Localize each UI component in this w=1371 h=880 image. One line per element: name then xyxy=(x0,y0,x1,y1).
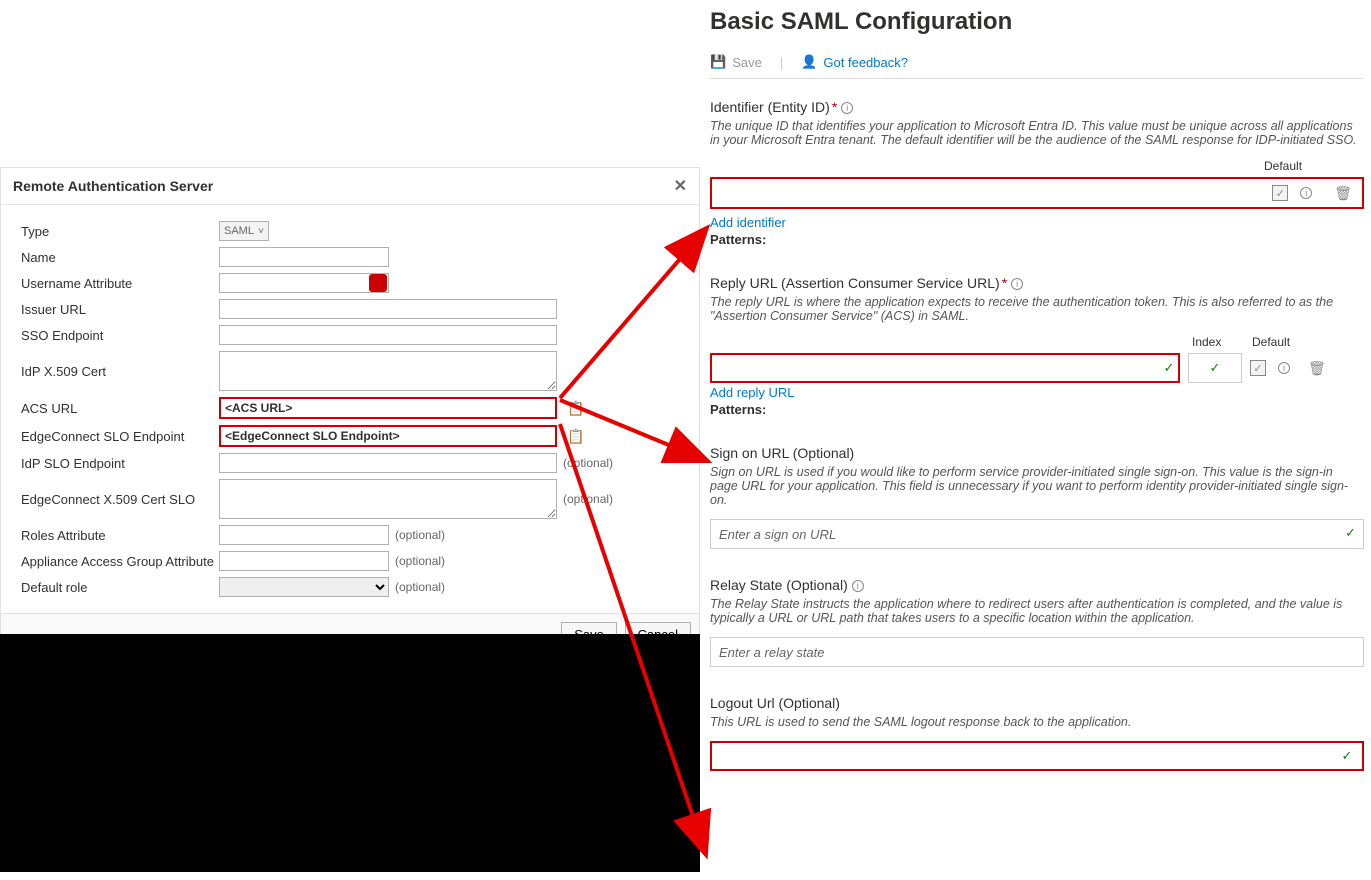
label-ec-slo: EdgeConnect SLO Endpoint xyxy=(21,429,219,444)
idp-cert-textarea[interactable] xyxy=(219,351,557,391)
dialog-header: Remote Authentication Server ✕ xyxy=(1,168,699,205)
column-index: Index xyxy=(1192,335,1252,349)
index-input[interactable]: ✓ xyxy=(1188,353,1242,383)
label-sso-endpoint: SSO Endpoint xyxy=(21,328,219,343)
remote-auth-dialog: Remote Authentication Server ✕ Type SAML… xyxy=(0,167,700,656)
optional-label: (optional) xyxy=(395,580,445,594)
info-icon[interactable]: i xyxy=(1278,362,1290,374)
column-headers: Index Default xyxy=(710,335,1364,349)
acs-url-value: <ACS URL> xyxy=(219,397,557,419)
reply-url-row: ✓ ✓ ✓ i 🗑 xyxy=(710,353,1364,383)
identifier-input[interactable] xyxy=(712,179,1272,207)
ec-cert-slo-textarea[interactable] xyxy=(219,479,557,519)
username-attr-input[interactable] xyxy=(219,273,389,293)
feedback-icon: 👤 xyxy=(801,54,817,70)
validation-indicator-icon xyxy=(369,274,387,292)
info-icon[interactable]: i xyxy=(852,580,864,592)
label-idp-slo: IdP SLO Endpoint xyxy=(21,456,219,471)
identifier-label: Identifier (Entity ID)*i xyxy=(710,99,1364,115)
optional-label: (optional) xyxy=(563,456,613,470)
relay-state-input[interactable] xyxy=(710,637,1364,667)
valid-icon: ✓ xyxy=(1338,748,1356,764)
delete-icon[interactable]: 🗑 xyxy=(1334,185,1352,202)
toolbar-save-button[interactable]: 💾 Save xyxy=(710,54,762,70)
default-role-select[interactable] xyxy=(219,577,389,597)
column-default: Default xyxy=(1252,335,1312,349)
info-icon[interactable]: i xyxy=(1300,187,1312,199)
info-icon[interactable]: i xyxy=(1011,278,1023,290)
relay-state-label: Relay State (Optional)i xyxy=(710,577,1364,593)
saml-config-panel: Basic SAML Configuration 💾 Save | 👤 Got … xyxy=(710,0,1370,775)
divider: | xyxy=(780,55,783,70)
idp-slo-input[interactable] xyxy=(219,453,557,473)
patterns-label: Patterns: xyxy=(710,232,1364,247)
valid-icon: ✓ xyxy=(1160,360,1178,376)
optional-label: (optional) xyxy=(563,492,613,506)
label-username-attr: Username Attribute xyxy=(21,276,219,291)
signon-section: Sign on URL (Optional) Sign on URL is us… xyxy=(710,445,1364,549)
dialog-body: Type SAML Name Username Attribute Issuer… xyxy=(1,205,699,613)
logout-desc: This URL is used to send the SAML logout… xyxy=(710,715,1364,729)
issuer-url-input[interactable] xyxy=(219,299,557,319)
save-icon: 💾 xyxy=(710,54,726,70)
ec-slo-value: <EdgeConnect SLO Endpoint> xyxy=(219,425,557,447)
type-select[interactable]: SAML xyxy=(219,221,269,241)
reply-url-input[interactable] xyxy=(712,355,1160,381)
roles-attr-input[interactable] xyxy=(219,525,389,545)
page-title: Basic SAML Configuration xyxy=(710,8,1364,36)
console-area xyxy=(0,634,700,872)
relay-state-desc: The Relay State instructs the applicatio… xyxy=(710,597,1364,625)
label-acs-url: ACS URL xyxy=(21,401,219,416)
add-reply-url-link[interactable]: Add reply URL xyxy=(710,385,795,400)
default-checkbox[interactable]: ✓ xyxy=(1250,360,1266,376)
dialog-title: Remote Authentication Server xyxy=(13,178,213,194)
signon-label: Sign on URL (Optional) xyxy=(710,445,1364,461)
label-issuer-url: Issuer URL xyxy=(21,302,219,317)
close-icon[interactable]: ✕ xyxy=(674,176,687,196)
label-default-role: Default role xyxy=(21,580,219,595)
logout-label: Logout Url (Optional) xyxy=(710,695,1364,711)
label-ec-cert-slo: EdgeConnect X.509 Cert SLO xyxy=(21,492,219,507)
appliance-group-input[interactable] xyxy=(219,551,389,571)
logout-input[interactable] xyxy=(712,743,1338,769)
column-default: Default xyxy=(1264,159,1364,173)
toolbar: 💾 Save | 👤 Got feedback? xyxy=(710,54,1364,79)
optional-label: (optional) xyxy=(395,554,445,568)
logout-section: Logout Url (Optional) This URL is used t… xyxy=(710,695,1364,771)
copy-icon[interactable]: 📋 xyxy=(567,428,584,445)
delete-icon[interactable]: 🗑 xyxy=(1308,360,1326,377)
label-appliance-group: Appliance Access Group Attribute xyxy=(21,554,219,569)
column-headers: Default xyxy=(710,159,1364,173)
reply-url-section: Reply URL (Assertion Consumer Service UR… xyxy=(710,275,1364,417)
signon-input[interactable] xyxy=(710,519,1364,549)
identifier-section: Identifier (Entity ID)*i The unique ID t… xyxy=(710,99,1364,247)
sso-endpoint-input[interactable] xyxy=(219,325,557,345)
add-identifier-link[interactable]: Add identifier xyxy=(710,215,786,230)
feedback-button[interactable]: 👤 Got feedback? xyxy=(801,54,908,70)
label-type: Type xyxy=(21,224,219,239)
relay-state-section: Relay State (Optional)i The Relay State … xyxy=(710,577,1364,667)
signon-desc: Sign on URL is used if you would like to… xyxy=(710,465,1364,507)
label-idp-cert: IdP X.509 Cert xyxy=(21,364,219,379)
reply-url-label: Reply URL (Assertion Consumer Service UR… xyxy=(710,275,1364,291)
required-star: * xyxy=(1002,275,1007,291)
default-checkbox[interactable]: ✓ xyxy=(1272,185,1288,201)
label-roles-attr: Roles Attribute xyxy=(21,528,219,543)
name-input[interactable] xyxy=(219,247,389,267)
identifier-row: ✓ i 🗑 xyxy=(710,177,1364,209)
reply-url-desc: The reply URL is where the application e… xyxy=(710,295,1364,323)
copy-icon[interactable]: 📋 xyxy=(567,400,584,417)
label-name: Name xyxy=(21,250,219,265)
patterns-label: Patterns: xyxy=(710,402,1364,417)
identifier-desc: The unique ID that identifies your appli… xyxy=(710,119,1364,147)
logout-row: ✓ xyxy=(710,741,1364,771)
info-icon[interactable]: i xyxy=(841,102,853,114)
valid-icon: ✓ xyxy=(1345,525,1356,541)
optional-label: (optional) xyxy=(395,528,445,542)
required-star: * xyxy=(832,99,837,115)
